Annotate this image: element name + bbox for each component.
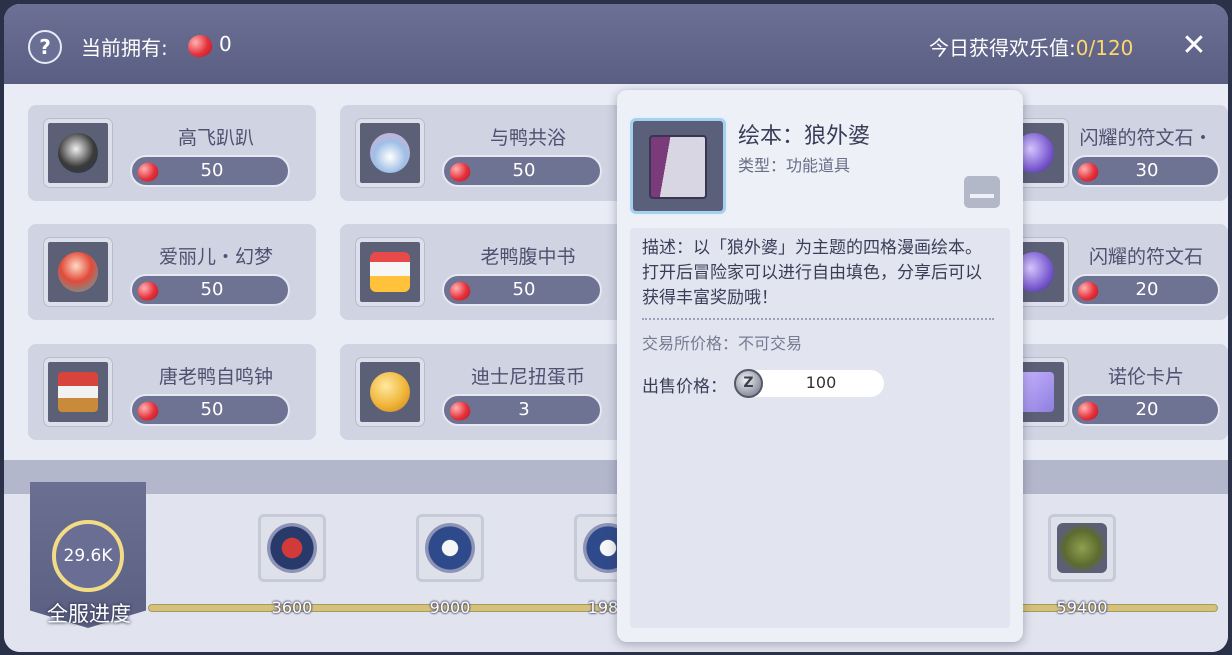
joy-label: 今日获得欢乐值:0/120	[929, 32, 1133, 61]
own-label: 当前拥有:	[81, 36, 168, 60]
item-price-value: 30	[1135, 160, 1159, 181]
item-name: 闪耀的符文石	[1088, 246, 1203, 268]
heart-icon	[188, 35, 212, 57]
goofy-icon	[44, 119, 112, 187]
item-price-value: 20	[1135, 279, 1159, 300]
item-price: 50	[442, 274, 602, 306]
item-name: 高飞趴趴	[177, 127, 254, 149]
milestone-label: 9000	[429, 598, 471, 617]
duck-book-icon	[356, 238, 424, 306]
sell-price-value: 100	[805, 373, 837, 392]
item-price: 50	[442, 155, 602, 187]
item-price-value: 50	[200, 399, 224, 420]
inbox-icon[interactable]	[964, 176, 1000, 208]
clock-icon	[44, 358, 112, 426]
milestone-reward[interactable]	[1048, 514, 1116, 582]
item-price: 20	[1070, 394, 1220, 426]
own-count: 0	[219, 32, 232, 56]
progress-label: 全服进度	[47, 602, 131, 626]
shop-item[interactable]: 唐老鸭自鸣钟 50	[28, 344, 316, 440]
shop-item[interactable]: 高飞趴趴 50	[28, 105, 316, 201]
milestone-label: 59400	[1056, 598, 1108, 617]
popup-title: 绘本：狼外婆	[738, 124, 871, 149]
item-price: 50	[130, 155, 290, 187]
joy-value: 0/120	[1075, 36, 1134, 60]
shop-item[interactable]: 老鸭腹中书 50	[340, 224, 628, 320]
sell-price: Z 100	[734, 369, 884, 398]
item-price-value: 50	[200, 279, 224, 300]
question-icon[interactable]: ?	[28, 30, 62, 64]
item-price: 30	[1070, 155, 1220, 187]
item-price: 20	[1070, 274, 1220, 306]
shop-item[interactable]: 闪耀的符文石 20	[1000, 224, 1228, 320]
item-description: 描述：以「狼外婆」为主题的四格漫画绘本。打开后冒险家可以进行自由填色，分享后可以…	[642, 238, 982, 308]
item-price-value: 20	[1135, 399, 1159, 420]
shop-item[interactable]: 爱丽儿・幻梦 50	[28, 224, 316, 320]
shop-window: ? 当前拥有: 0 今日获得欢乐值:0/120 ✕ 高飞趴趴 50 与鸭共浴 5…	[4, 4, 1228, 652]
item-price-value: 50	[512, 160, 536, 181]
milestone-label: 3600	[271, 598, 313, 617]
item-price: 50	[130, 394, 290, 426]
item-detail-popup: 绘本：狼外婆 类型：功能道具 描述：以「狼外婆」为主题的四格漫画绘本。打开后冒险…	[617, 90, 1023, 642]
milestone-reward[interactable]	[258, 514, 326, 582]
progress-value: 29.6K	[52, 520, 124, 592]
divider-band	[4, 460, 1228, 494]
item-price-value: 50	[200, 160, 224, 181]
coin-icon: Z	[734, 369, 763, 398]
gacha-coin-icon	[356, 358, 424, 426]
item-name: 与鸭共浴	[489, 127, 566, 149]
header-bar: ? 当前拥有: 0 今日获得欢乐值:0/120 ✕	[4, 4, 1228, 84]
popup-type: 类型：功能道具	[738, 156, 851, 175]
shop-item[interactable]: 与鸭共浴 50	[340, 105, 628, 201]
close-icon[interactable]: ✕	[1178, 30, 1210, 62]
bathtub-icon	[356, 119, 424, 187]
item-name: 爱丽儿・幻梦	[158, 246, 273, 268]
item-name: 唐老鸭自鸣钟	[158, 366, 273, 388]
item-price-value: 3	[518, 399, 530, 420]
shop-item[interactable]: 迪士尼扭蛋币 3	[340, 344, 628, 440]
item-price-value: 50	[512, 279, 536, 300]
dotted-divider	[642, 318, 994, 320]
item-price: 50	[130, 274, 290, 306]
item-name: 闪耀的符文石・	[1079, 127, 1213, 149]
shop-item[interactable]: 诺伦卡片 20	[1000, 344, 1228, 440]
item-name: 老鸭腹中书	[480, 246, 576, 268]
item-name: 迪士尼扭蛋币	[470, 366, 585, 388]
milestone-reward[interactable]	[416, 514, 484, 582]
ariel-icon	[44, 238, 112, 306]
item-name: 诺伦卡片	[1107, 366, 1184, 388]
picture-book-icon	[630, 118, 726, 214]
shop-item[interactable]: 闪耀的符文石・ 30	[1000, 105, 1228, 201]
sell-label: 出售价格：	[642, 377, 727, 397]
item-price: 3	[442, 394, 602, 426]
joy-label-text: 今日获得欢乐值:	[929, 36, 1076, 60]
trade-price: 交易所价格：不可交易	[642, 334, 803, 353]
description-box: 描述：以「狼外婆」为主题的四格漫画绘本。打开后冒险家可以进行自由填色，分享后可以…	[630, 228, 1010, 628]
